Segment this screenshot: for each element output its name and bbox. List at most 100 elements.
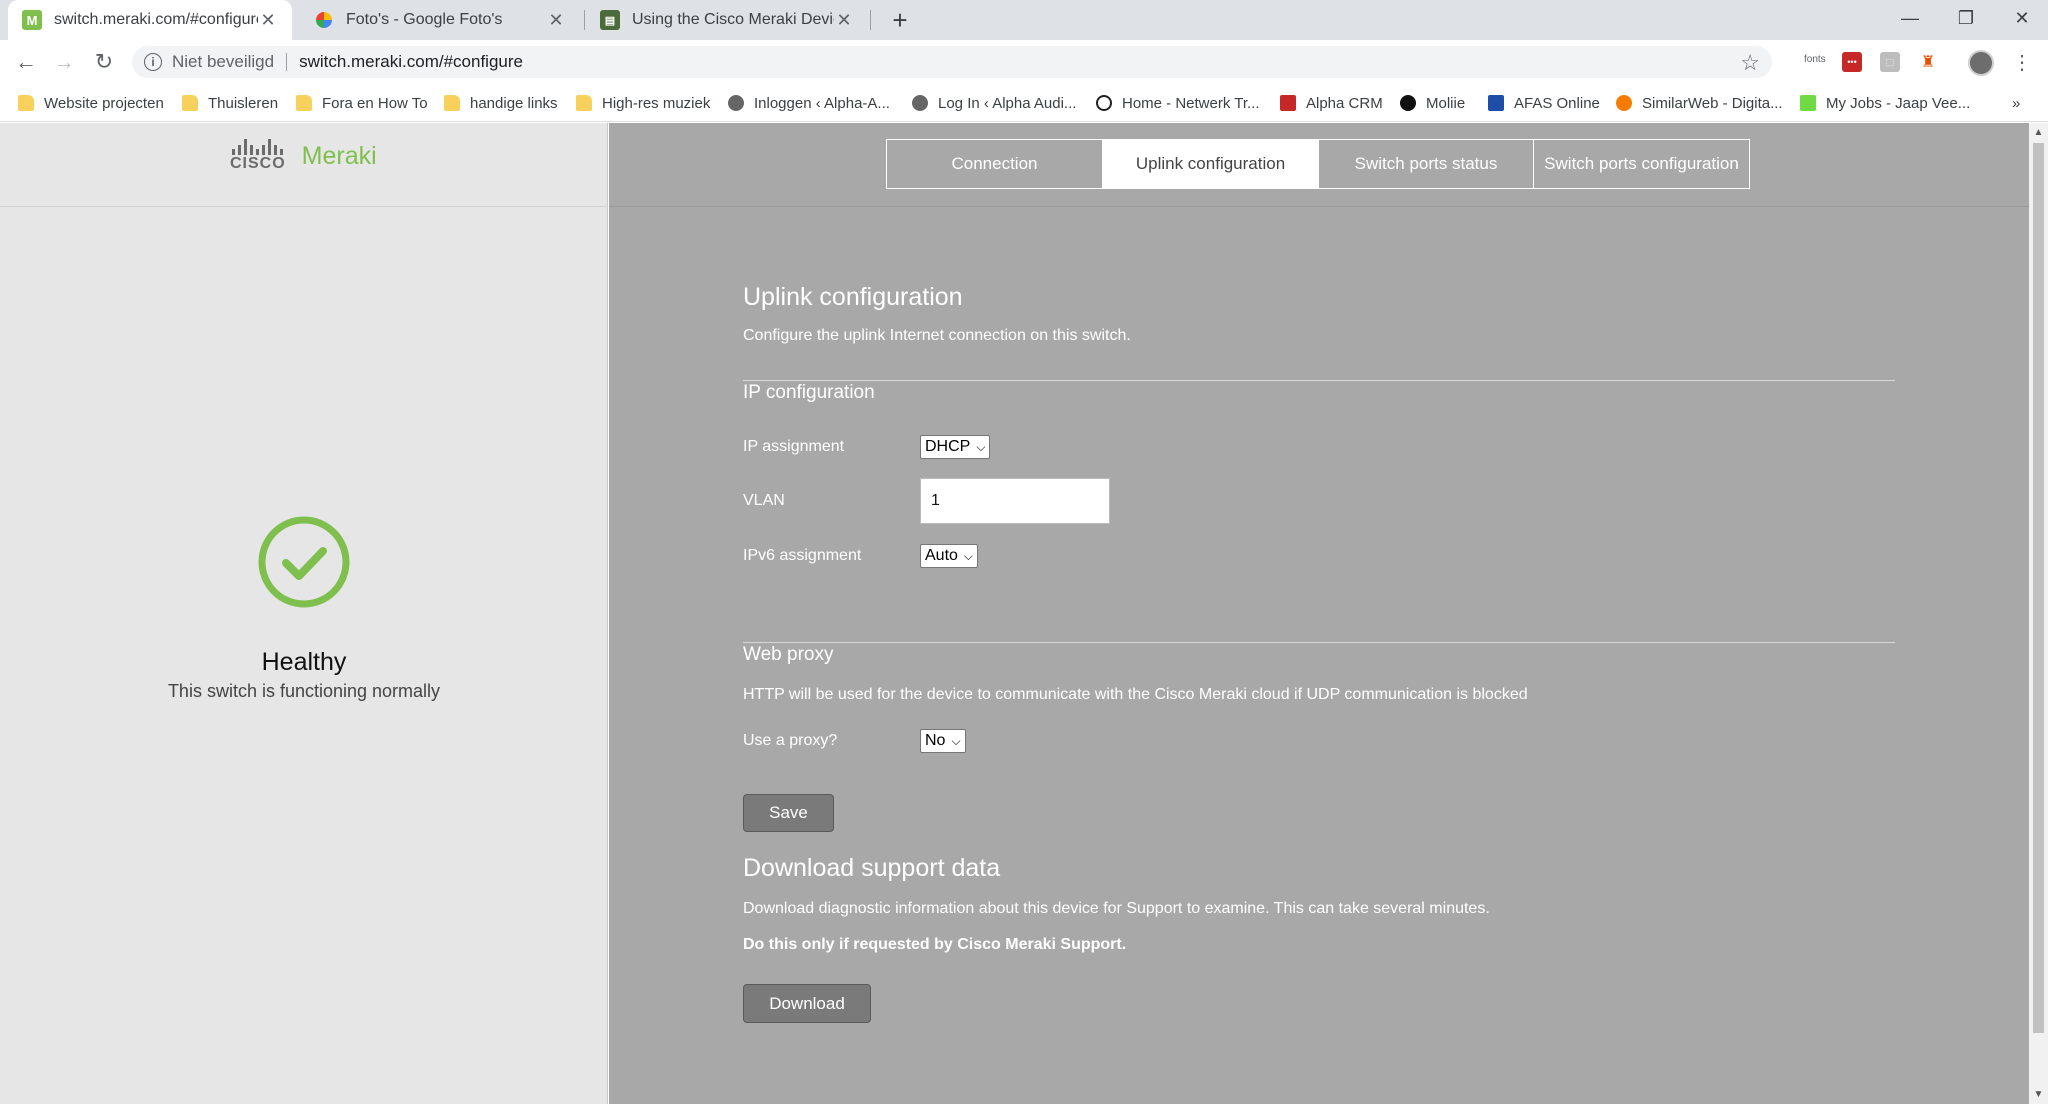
healthy-check-icon: [258, 516, 350, 608]
menu-kebab-icon[interactable]: ⋮: [2012, 50, 2032, 75]
browser-toolbar: ← → ↻ i Niet beveiligd switch.meraki.com…: [0, 40, 2048, 84]
bookmark-item[interactable]: Home - Netwerk Tr...: [1096, 92, 1260, 114]
bookmark-item[interactable]: handige links: [444, 92, 558, 114]
tab-title: switch.meraki.com/#configure: [54, 11, 258, 28]
bookmark-item[interactable]: Moliie: [1400, 92, 1465, 114]
cisco-meraki-logo: CISCO Meraki: [230, 139, 377, 173]
health-state: Healthy: [261, 648, 347, 676]
proxy-select[interactable]: No ⌵: [920, 729, 966, 753]
divider: [743, 380, 1895, 381]
info-icon[interactable]: i: [144, 53, 162, 71]
reload-icon[interactable]: ↻: [88, 46, 120, 78]
support-note: Do this only if requested by Cisco Merak…: [743, 936, 1127, 953]
tab-divider: [584, 10, 585, 30]
back-icon[interactable]: ←: [10, 46, 42, 78]
close-window-icon[interactable]: ✕: [1994, 0, 2048, 36]
bookmark-item[interactable]: Alpha CRM: [1280, 92, 1383, 114]
bookmark-label: Inloggen ‹ Alpha-A...: [754, 94, 890, 112]
url-text[interactable]: switch.meraki.com/#configure: [299, 52, 523, 72]
folder-icon: [18, 95, 34, 111]
folder-icon: [296, 95, 312, 111]
chevron-down-icon: ⌵: [963, 548, 974, 563]
section-description: Configure the uplink Internet connection…: [743, 327, 1131, 344]
download-button[interactable]: Download: [743, 984, 871, 1023]
browser-tab-cisco-docs[interactable]: ▤ Using the Cisco Meraki Device Lo ✕: [586, 0, 868, 40]
bookmark-label: SimilarWeb - Digita...: [1642, 94, 1783, 112]
bookmark-item[interactable]: AFAS Online: [1488, 92, 1600, 114]
bookmark-item[interactable]: Thuisleren: [182, 92, 278, 114]
forward-icon[interactable]: →: [48, 46, 80, 78]
chevron-down-icon: ⌵: [951, 733, 961, 748]
bookmark-item[interactable]: Log In ‹ Alpha Audi...: [912, 92, 1076, 114]
config-tabs: Connection Uplink configuration Switch p…: [886, 139, 1750, 189]
site-icon: [912, 95, 928, 111]
close-tab-icon[interactable]: ✕: [258, 10, 278, 31]
scroll-up-icon[interactable]: ▲: [2029, 127, 2048, 138]
meraki-favicon-icon: M: [22, 10, 42, 30]
bookmark-label: Thuisleren: [208, 94, 279, 112]
ipv6-assignment-row: IPv6 assignment Auto ⌵: [743, 544, 979, 568]
vlan-row: VLAN 1: [743, 478, 1110, 524]
bookmark-item[interactable]: Inloggen ‹ Alpha-A...: [728, 92, 890, 114]
vlan-input[interactable]: 1: [920, 478, 1110, 524]
flag-icon: [1280, 95, 1296, 111]
browser-tabstrip: M switch.meraki.com/#configure ✕ Foto's …: [0, 0, 2048, 40]
bookmark-label: Moliie: [1426, 94, 1466, 112]
tab-connection[interactable]: Connection: [887, 140, 1102, 188]
page-scrollbar[interactable]: ▲ ▼: [2029, 123, 2048, 1104]
config-header: Connection Uplink configuration Switch p…: [609, 123, 2029, 207]
browser-tab-google-photos[interactable]: Foto's - Google Foto's ✕: [300, 0, 580, 40]
ipv6-assignment-label: IPv6 assignment: [743, 547, 862, 564]
upwork-icon: [1800, 95, 1816, 111]
site-icon: [728, 95, 744, 111]
ipv6-assignment-select[interactable]: Auto ⌵: [920, 544, 979, 568]
profile-avatar[interactable]: [1968, 50, 1994, 76]
bookmark-item[interactable]: Fora en How To: [296, 92, 428, 114]
folder-icon: [182, 95, 198, 111]
google-photos-favicon-icon: [314, 10, 334, 30]
extension-icon[interactable]: ⬚: [1880, 52, 1900, 72]
browser-tab-meraki[interactable]: M switch.meraki.com/#configure ✕: [8, 0, 292, 40]
bookmark-item[interactable]: High-res muziek: [576, 92, 710, 114]
address-divider: [286, 53, 288, 71]
bookmark-label: Alpha CRM: [1306, 94, 1383, 112]
address-bar[interactable]: i Niet beveiligd switch.meraki.com/#conf…: [132, 46, 1772, 78]
ip-configuration-heading: IP configuration: [743, 382, 875, 403]
afas-icon: [1488, 95, 1504, 111]
bookmark-item[interactable]: SimilarWeb - Digita...: [1616, 92, 1783, 114]
tab-title: Foto's - Google Foto's: [346, 11, 503, 28]
bookmark-label: Home - Netwerk Tr...: [1122, 94, 1260, 112]
bookmarks-overflow-icon[interactable]: »: [2012, 92, 2020, 114]
new-tab-button[interactable]: +: [884, 4, 916, 36]
bookmark-label: AFAS Online: [1514, 94, 1600, 112]
config-panel: Connection Uplink configuration Switch p…: [609, 123, 2029, 1104]
meraki-page: CISCO Meraki Healthy This switch is func…: [0, 123, 2048, 1104]
save-button[interactable]: Save: [743, 794, 834, 832]
ip-assignment-select[interactable]: DHCP ⌵: [920, 435, 991, 459]
close-tab-icon[interactable]: ✕: [834, 10, 854, 31]
restore-icon[interactable]: ❐: [1938, 0, 1994, 36]
close-tab-icon[interactable]: ✕: [546, 10, 566, 31]
similarweb-icon: [1616, 95, 1632, 111]
folder-icon: [576, 95, 592, 111]
tab-uplink-configuration[interactable]: Uplink configuration: [1102, 140, 1318, 188]
section-title: Uplink configuration: [743, 283, 963, 311]
scrollbar-thumb[interactable]: [2033, 143, 2044, 1033]
tab-switch-ports-configuration[interactable]: Switch ports configuration: [1533, 140, 1749, 188]
vlan-label: VLAN: [743, 492, 785, 509]
fonts-extension-icon[interactable]: fonts: [1804, 54, 1826, 65]
tab-switch-ports-status[interactable]: Switch ports status: [1318, 140, 1533, 188]
lastpass-extension-icon[interactable]: •••: [1842, 52, 1862, 72]
bookmark-star-icon[interactable]: ☆: [1740, 50, 1760, 76]
bookmarks-bar: Website projecten Thuisleren Fora en How…: [0, 84, 2048, 122]
bookmark-label: My Jobs - Jaap Vee...: [1826, 94, 1971, 112]
bookmark-item[interactable]: My Jobs - Jaap Vee...: [1800, 92, 1970, 114]
chevron-down-icon: ⌵: [976, 439, 986, 454]
person-extension-icon[interactable]: ♜: [1918, 52, 1938, 72]
health-status: Healthy This switch is functioning norma…: [0, 515, 608, 702]
bookmark-item[interactable]: Website projecten: [18, 92, 164, 114]
ip-assignment-row: IP assignment DHCP ⌵: [743, 435, 991, 459]
document-favicon-icon: ▤: [600, 10, 620, 30]
minimize-icon[interactable]: —: [1882, 0, 1938, 36]
scroll-down-icon[interactable]: ▼: [2029, 1089, 2048, 1100]
